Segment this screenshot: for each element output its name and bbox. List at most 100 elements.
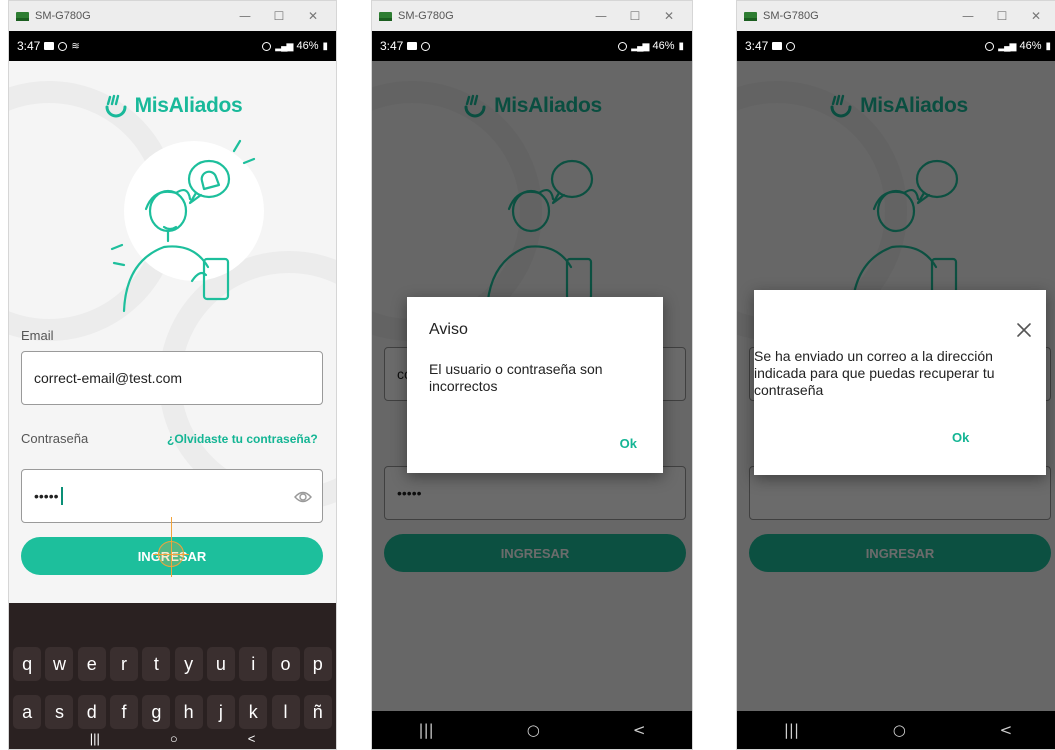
key-d[interactable]: d (77, 695, 106, 729)
maximize-button[interactable]: ☐ (262, 9, 296, 23)
key-ñ[interactable]: ñ (303, 695, 332, 729)
back-button[interactable]: < (1000, 721, 1013, 739)
battery-icon: ▮ (678, 40, 684, 52)
signal-icon: ▂▄▆ (631, 40, 649, 51)
error-dialog: Aviso El usuario o contraseña son incorr… (407, 297, 663, 473)
on-screen-keyboard: qwertyuiop asdfghjklñ ||| ○ < (9, 603, 336, 749)
key-q[interactable]: q (13, 647, 42, 681)
key-k[interactable]: k (239, 695, 268, 729)
app-name: MisAliados (134, 94, 243, 117)
key-e[interactable]: e (77, 647, 106, 681)
key-p[interactable]: p (303, 647, 332, 681)
minimize-button[interactable]: — (228, 9, 262, 23)
recents-button[interactable]: ||| (784, 721, 799, 739)
gallery-icon (407, 42, 418, 50)
key-f[interactable]: f (110, 695, 139, 729)
password-value: ••••• (34, 488, 59, 504)
gallery-icon (44, 42, 55, 50)
password-label: Contraseña (21, 431, 89, 446)
key-i[interactable]: i (239, 647, 268, 681)
window-title-bar: SM-G780G — ☐ ✕ (372, 1, 692, 31)
status-time: 3:47 (380, 39, 404, 53)
recovery-dialog: Se ha enviado un correo a la dirección i… (754, 290, 1046, 475)
recents-button[interactable]: ||| (419, 721, 434, 739)
alarm-icon (262, 41, 272, 51)
alarm-icon (985, 41, 995, 51)
keyboard-row-1: qwertyuiop (9, 647, 336, 681)
settings-icon (786, 41, 796, 51)
key-w[interactable]: w (45, 647, 74, 681)
app-logo: MisAliados (9, 93, 336, 119)
dialog-message: Se ha enviado un correo a la dirección i… (754, 348, 995, 398)
dialog-title: Aviso (429, 321, 468, 338)
logo-mark-icon (105, 94, 127, 118)
dialog-ok-button[interactable]: Ok (620, 436, 637, 451)
forgot-password-link[interactable]: ¿Olvidaste tu contraseña? (167, 432, 318, 446)
key-y[interactable]: y (174, 647, 203, 681)
key-g[interactable]: g (142, 695, 171, 729)
login-screen: MisAliados Email correct-email@test.com (9, 61, 336, 749)
minimize-button[interactable]: — (584, 9, 618, 23)
battery-level: 46% (296, 40, 319, 52)
signal-icon: ▂▄▆ (275, 40, 293, 51)
dialog-ok-button[interactable]: Ok (952, 430, 969, 445)
close-window-button[interactable]: ✕ (652, 9, 686, 23)
key-s[interactable]: s (45, 695, 74, 729)
phone-screen-recovery: SM-G780G — ☐ ✕ 3:47 ▂▄▆ 46% ▮ MisAliados (736, 0, 1055, 750)
status-time: 3:47 (17, 39, 41, 53)
key-u[interactable]: u (206, 647, 235, 681)
settings-icon (58, 41, 68, 51)
phone-screen-error: SM-G780G — ☐ ✕ 3:47 ▂▄▆ 46% ▮ MisAliados (371, 0, 693, 750)
key-l[interactable]: l (271, 695, 300, 729)
login-screen: MisAliados correct-email@test.com ••••• … (372, 61, 692, 749)
password-field[interactable]: ••••• (21, 469, 323, 523)
window-title-bar: SM-G780G — ☐ ✕ (737, 1, 1055, 31)
signal-icon: ▂▄▆ (998, 40, 1016, 51)
home-button[interactable]: ○ (527, 721, 540, 739)
recents-button[interactable]: ||| (90, 731, 100, 746)
window-title: SM-G780G (763, 10, 819, 22)
keyboard-nav: ||| ○ < (9, 727, 336, 749)
settings-icon (421, 41, 431, 51)
window-title-bar: SM-G780G — ☐ ✕ (9, 1, 336, 31)
status-bar: 3:47 ≋ ▂▄▆ 46% ▮ (9, 31, 336, 61)
key-t[interactable]: t (142, 647, 171, 681)
keyboard-row-2: asdfghjklñ (9, 695, 336, 729)
wifi-icon: ≋ (71, 40, 80, 52)
back-button[interactable]: < (633, 721, 646, 739)
eye-icon[interactable] (294, 488, 312, 506)
android-nav-bar: ||| ○ < (737, 711, 1055, 749)
close-window-button[interactable]: ✕ (1019, 9, 1053, 23)
close-window-button[interactable]: ✕ (296, 9, 330, 23)
person-phone-illustration (110, 139, 264, 313)
home-button[interactable]: ○ (170, 731, 178, 746)
back-button[interactable]: < (248, 731, 256, 746)
email-field[interactable]: correct-email@test.com (21, 351, 323, 405)
close-icon[interactable] (1016, 322, 1032, 338)
gallery-icon (772, 42, 783, 50)
alarm-icon (618, 41, 628, 51)
key-j[interactable]: j (206, 695, 235, 729)
device-icon (744, 11, 757, 21)
dialog-message: El usuario o contraseña son incorrectos (429, 361, 603, 394)
key-h[interactable]: h (174, 695, 203, 729)
pointer-circle (158, 541, 184, 567)
device-icon (379, 11, 392, 21)
login-screen: MisAliados INGRESAR Se ha enviado un cor… (737, 61, 1055, 749)
maximize-button[interactable]: ☐ (618, 9, 652, 23)
maximize-button[interactable]: ☐ (985, 9, 1019, 23)
status-bar: 3:47 ▂▄▆ 46% ▮ (737, 31, 1055, 61)
battery-icon: ▮ (1045, 40, 1051, 52)
status-time: 3:47 (745, 39, 769, 53)
window-title: SM-G780G (398, 10, 454, 22)
text-cursor (60, 487, 63, 505)
home-button[interactable]: ○ (893, 721, 906, 739)
key-o[interactable]: o (271, 647, 300, 681)
phone-screen-login: SM-G780G — ☐ ✕ 3:47 ≋ ▂▄▆ 46% ▮ MisAliad… (8, 0, 337, 750)
android-nav-bar: ||| ○ < (372, 711, 692, 749)
key-a[interactable]: a (13, 695, 42, 729)
minimize-button[interactable]: — (951, 9, 985, 23)
key-r[interactable]: r (110, 647, 139, 681)
email-value: correct-email@test.com (34, 370, 183, 386)
battery-level: 46% (652, 40, 675, 52)
